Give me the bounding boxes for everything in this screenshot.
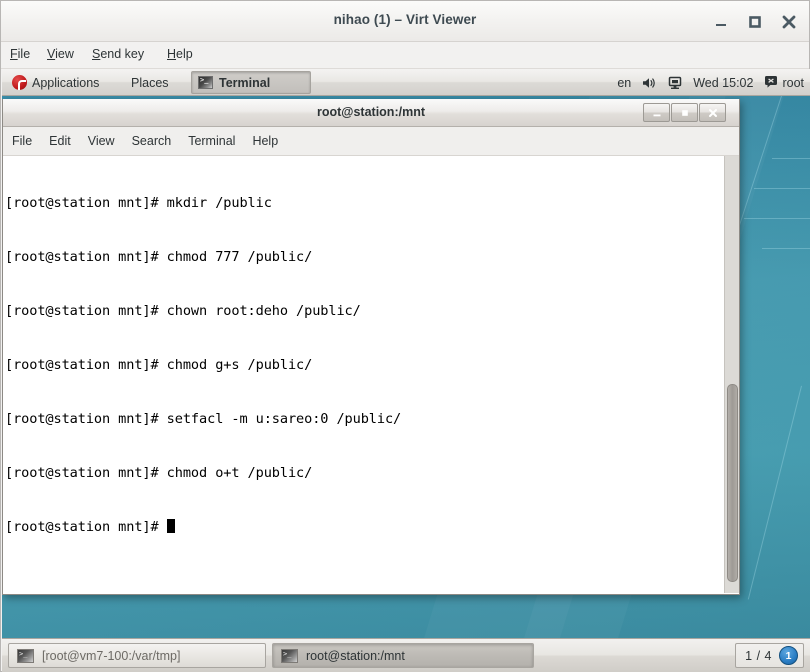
volume-icon[interactable] xyxy=(642,76,657,90)
minimize-icon[interactable] xyxy=(709,10,733,34)
workspace-current-badge[interactable]: 1 xyxy=(779,646,798,665)
keyboard-layout-label: en xyxy=(617,75,632,90)
workspace-count-label: 1 / 4 xyxy=(745,648,772,663)
wallpaper-line xyxy=(754,188,810,189)
wallpaper-line xyxy=(744,218,810,219)
close-icon[interactable] xyxy=(777,10,801,34)
virt-viewer-window: nihao (1) – Virt Viewer File View Send k… xyxy=(0,0,810,672)
terminal-menubar: File Edit View Search Terminal Help xyxy=(3,127,739,156)
panel-status-area: en Wed 15:02 root xyxy=(617,69,804,96)
terminal-menu-edit[interactable]: Edit xyxy=(49,134,71,148)
taskbar: [root@vm7-100:/var/tmp] root@station:/mn… xyxy=(2,638,810,672)
desktop-wallpaper[interactable]: root@station:/mnt File Edit View Search … xyxy=(2,96,810,672)
maximize-icon[interactable] xyxy=(671,103,698,122)
places-menu[interactable]: Places xyxy=(125,69,175,96)
taskbar-window-station[interactable]: root@station:/mnt xyxy=(272,643,534,668)
terminal-title: root@station:/mnt xyxy=(316,105,425,119)
panel-window-button-label: Terminal xyxy=(219,75,271,90)
vv-menu-file[interactable]: File xyxy=(10,47,30,61)
terminal-cursor xyxy=(166,519,175,533)
terminal-line: [root@station mnt]# chmod g+s /public/ xyxy=(5,357,313,373)
wallpaper-line xyxy=(747,385,802,600)
applications-menu[interactable]: Applications xyxy=(6,69,105,96)
terminal-menu-help[interactable]: Help xyxy=(252,134,278,148)
terminal-prompt: [root@station mnt]# xyxy=(5,519,167,535)
terminal-titlebar[interactable]: root@station:/mnt xyxy=(3,99,739,127)
clock-label: Wed 15:02 xyxy=(693,75,754,90)
terminal-menu-view[interactable]: View xyxy=(88,134,115,148)
clock[interactable]: Wed 15:02 xyxy=(693,76,753,90)
terminal-line: [root@station mnt]# chmod o+t /public/ xyxy=(5,465,313,481)
message-icon xyxy=(764,75,778,91)
terminal-line: [root@station mnt]# chown root:deho /pub… xyxy=(5,303,361,319)
terminal-line: [root@station mnt]# mkdir /public xyxy=(5,195,272,211)
applications-menu-label: Applications xyxy=(32,75,100,90)
close-icon[interactable] xyxy=(699,103,726,122)
terminal-menu-terminal[interactable]: Terminal xyxy=(188,134,235,148)
terminal-line: [root@station mnt]# chmod 777 /public/ xyxy=(5,249,313,265)
maximize-icon[interactable] xyxy=(743,10,767,34)
terminal-menu-file[interactable]: File xyxy=(12,134,32,148)
keyboard-layout-indicator[interactable]: en xyxy=(617,76,631,90)
terminal-icon xyxy=(17,648,34,663)
places-menu-label: Places xyxy=(131,75,169,90)
virt-viewer-title: nihao (1) – Virt Viewer xyxy=(333,12,477,27)
terminal-scrollbar[interactable] xyxy=(724,156,739,593)
panel-window-button-terminal[interactable]: Terminal xyxy=(191,71,311,94)
taskbar-window-label: [root@vm7-100:/var/tmp] xyxy=(42,648,181,663)
virt-viewer-titlebar: nihao (1) – Virt Viewer xyxy=(1,1,809,42)
taskbar-window-label: root@station:/mnt xyxy=(306,648,405,663)
workspace-switcher[interactable]: 1 / 4 1 xyxy=(735,643,804,668)
vv-menu-send-key[interactable]: Send key xyxy=(92,47,144,61)
terminal-current-line: [root@station mnt]# xyxy=(5,518,401,536)
terminal-menu-search[interactable]: Search xyxy=(132,134,172,148)
terminal-icon xyxy=(198,75,213,89)
guest-screen[interactable]: Applications Places Terminal en xyxy=(2,69,810,672)
terminal-line: [root@station mnt]# setfacl -m u:sareo:0… xyxy=(5,411,402,427)
terminal-text: [root@station mnt]# mkdir /public [root@… xyxy=(5,158,401,572)
vv-menu-help[interactable]: Help xyxy=(167,47,193,61)
virt-viewer-menubar: File View Send key Help xyxy=(1,42,809,69)
fedora-logo-icon xyxy=(12,75,27,90)
user-menu[interactable]: root xyxy=(764,75,804,91)
taskbar-window-vm7[interactable]: [root@vm7-100:/var/tmp] xyxy=(8,643,266,668)
terminal-scrollbar-thumb[interactable] xyxy=(727,384,738,582)
gnome-top-panel: Applications Places Terminal en xyxy=(2,69,810,96)
terminal-output-area[interactable]: [root@station mnt]# mkdir /public [root@… xyxy=(3,156,739,593)
minimize-icon[interactable] xyxy=(643,103,670,122)
wallpaper-line xyxy=(762,248,810,249)
user-menu-label: root xyxy=(782,75,804,90)
terminal-window[interactable]: root@station:/mnt File Edit View Search … xyxy=(2,99,740,595)
wallpaper-line xyxy=(772,158,810,159)
display-icon[interactable] xyxy=(668,76,682,90)
terminal-icon xyxy=(281,648,298,663)
vv-menu-view[interactable]: View xyxy=(47,47,74,61)
